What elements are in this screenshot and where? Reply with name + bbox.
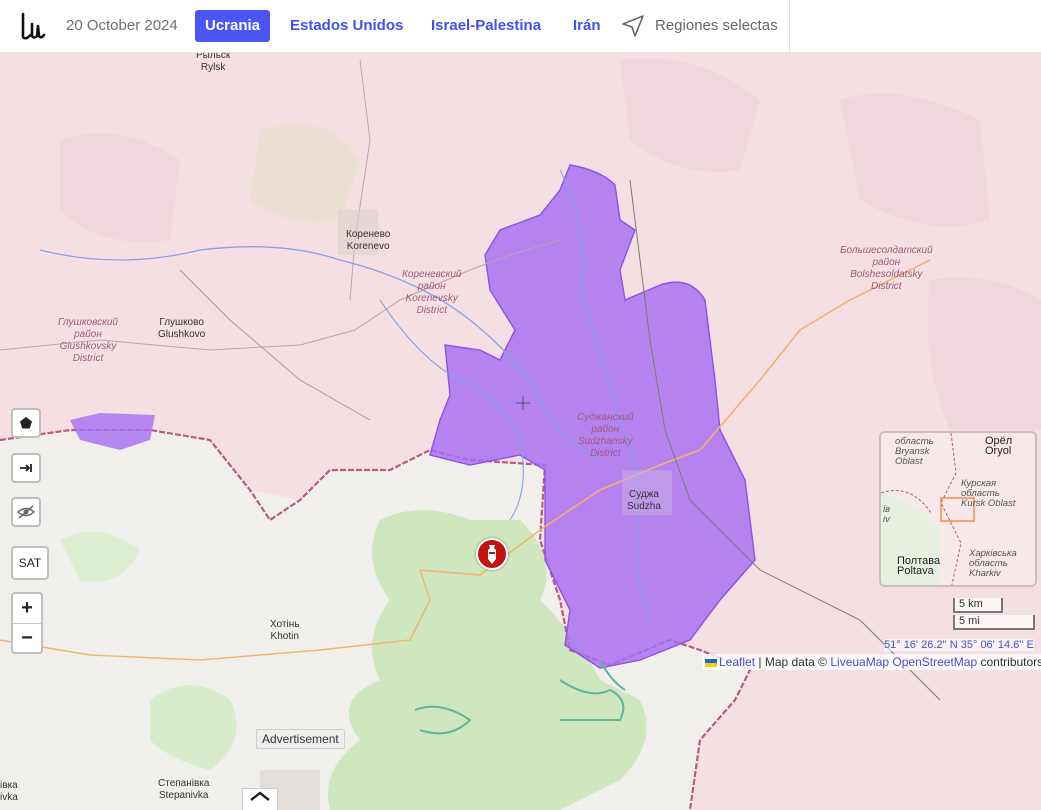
label-korenevo: Коренево Korenevo bbox=[346, 229, 391, 252]
sat-label: SAT bbox=[18, 556, 42, 570]
label-ivka: івка ivka bbox=[0, 780, 18, 803]
tab-iran[interactable]: Irán bbox=[573, 10, 601, 42]
measure-button[interactable] bbox=[11, 453, 41, 483]
tab-estados-unidos[interactable]: Estados Unidos bbox=[290, 10, 403, 42]
minimap-label-poltava: Полтава Poltava bbox=[897, 555, 941, 577]
header-blank-area bbox=[790, 0, 1041, 53]
eye-slash-icon bbox=[17, 505, 35, 519]
minimap-label-kursk: Курская область Kursk Oblast bbox=[961, 478, 1016, 509]
openstreetmap-link[interactable]: OpenStreetMap bbox=[892, 655, 977, 669]
liveuamap-link[interactable]: LiveuaMap bbox=[830, 655, 889, 669]
satellite-toggle-button[interactable]: SAT bbox=[11, 546, 49, 580]
minimap-label-kharkiv: Харківська область Kharkiv bbox=[969, 548, 1017, 579]
attribution-text: | Map data © bbox=[755, 655, 831, 669]
tab-ucrania[interactable]: Ucrania bbox=[195, 10, 271, 42]
scale-km: 5 km bbox=[953, 598, 1003, 613]
chevron-up-icon bbox=[250, 791, 270, 801]
zoom-out-button[interactable]: − bbox=[13, 624, 41, 653]
ukraine-flag-icon bbox=[705, 658, 717, 667]
label-sudzhansky-district: Суджанский район Sudzhansky District bbox=[577, 412, 634, 459]
liveuamap-logo-icon[interactable] bbox=[20, 12, 46, 40]
label-glushkovo: Глушково Glushkovo bbox=[158, 317, 206, 340]
arrow-right-bar-icon bbox=[20, 464, 32, 472]
scale-mi: 5 mi bbox=[953, 615, 1035, 630]
coordinates-readout: 51° 16' 26.2'' N 35° 06' 14.6'' E bbox=[884, 639, 1034, 651]
expand-panel-button[interactable] bbox=[242, 788, 278, 810]
zoom-in-button[interactable]: + bbox=[13, 594, 41, 624]
label-khotin: Хотінь Khotin bbox=[270, 619, 300, 642]
regiones-selectas-link[interactable]: Regiones selectas bbox=[655, 17, 778, 34]
minimap-label-oryol: Орёл Oryol bbox=[985, 435, 1013, 457]
label-rylsk: Рыльск Rylsk bbox=[196, 52, 231, 73]
label-bolshesoldatsky-district: Большесолдатский район Bolshesoldatsky Dist… bbox=[840, 245, 933, 292]
label-stepanivka: Степанівка Stepanivka bbox=[158, 778, 210, 801]
label-glushkovsky-district: Глушковский район Glushkovsky District bbox=[58, 317, 118, 364]
label-sudzha: Суджа Sudzha bbox=[627, 489, 661, 512]
label-korenevsky-district: Кореневский район Korenevsky District bbox=[402, 269, 462, 316]
zoom-control: + − bbox=[11, 592, 43, 654]
advertisement-label: Advertisement bbox=[256, 729, 345, 749]
minimap-label-iv: ів iv bbox=[883, 504, 891, 525]
leaflet-link[interactable]: Leaflet bbox=[719, 655, 755, 669]
draw-polygon-button[interactable] bbox=[11, 408, 41, 438]
navigation-arrow-icon[interactable] bbox=[620, 13, 646, 39]
attribution-contributors: contributors bbox=[977, 655, 1041, 669]
minimap-label-bryansk: область Bryansk Oblast bbox=[895, 436, 934, 467]
top-navigation-bar: 20 October 2024 Ucrania Estados Unidos I… bbox=[0, 0, 790, 53]
bomb-marker-icon[interactable] bbox=[476, 538, 508, 570]
minimap[interactable]: область Bryansk Oblast Орёл Oryol Курская об… bbox=[879, 431, 1037, 587]
tab-israel-palestina[interactable]: Israel-Palestina bbox=[431, 10, 541, 42]
pentagon-icon bbox=[20, 417, 32, 429]
map-attribution: Leaflet | Map data © LiveuaMap OpenStree… bbox=[702, 654, 1041, 670]
current-date: 20 October 2024 bbox=[66, 17, 178, 34]
map-canvas[interactable]: Рыльск Rylsk Коренево Korenevo Кореневский… bbox=[0, 52, 1041, 810]
hide-layers-button[interactable] bbox=[11, 497, 41, 527]
